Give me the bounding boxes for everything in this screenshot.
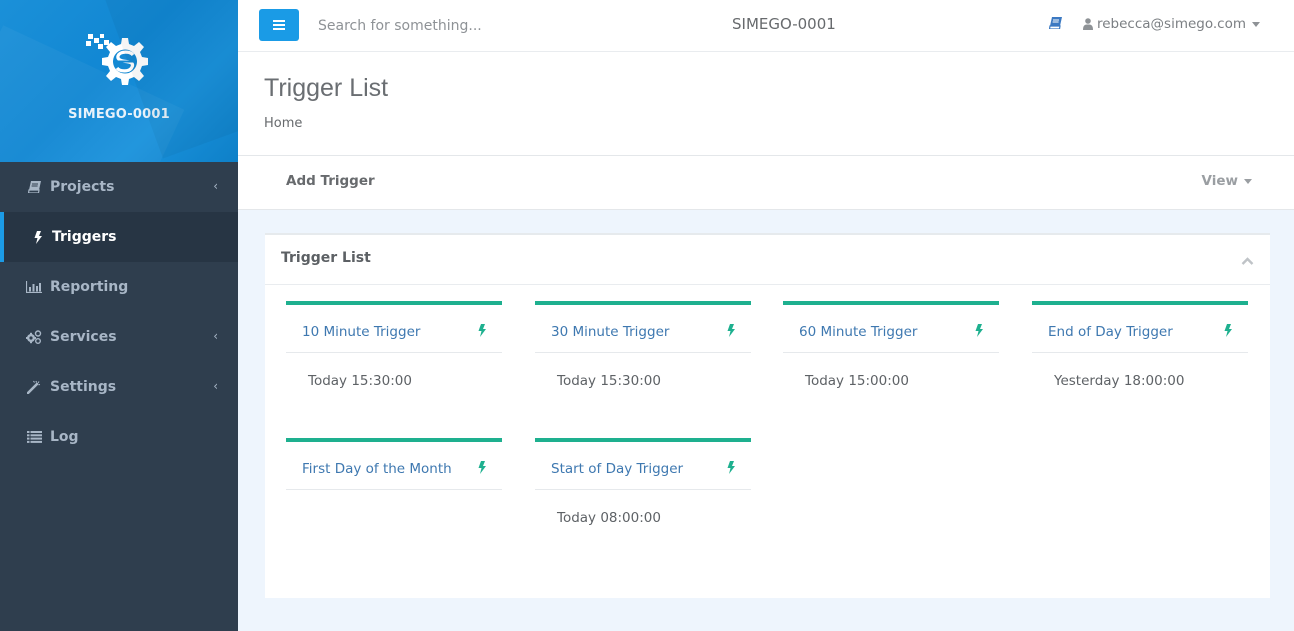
- breadcrumb[interactable]: Home: [264, 116, 302, 131]
- user-menu[interactable]: rebecca@simego.com: [1083, 16, 1261, 32]
- sidebar-item-triggers[interactable]: Triggers: [0, 212, 238, 262]
- bar-chart-icon: [26, 280, 42, 294]
- card-header: 10 Minute Trigger: [286, 305, 502, 353]
- bolt-icon: [30, 230, 46, 244]
- trigger-card: 10 Minute Trigger Today 15:30:00: [286, 301, 502, 421]
- sidebar-item-settings[interactable]: Settings ‹: [0, 362, 238, 412]
- trigger-name-link[interactable]: End of Day Trigger: [1048, 324, 1173, 340]
- sidebar-item-label: Reporting: [50, 279, 129, 295]
- trigger-next-run: Today 15:00:00: [805, 373, 909, 389]
- bolt-icon: [1224, 324, 1232, 341]
- gear-s-logo-icon: [86, 34, 148, 85]
- menu-toggle-button[interactable]: [259, 9, 299, 41]
- sidebar-item-services[interactable]: Services ‹: [0, 312, 238, 362]
- bolt-icon: [478, 324, 486, 341]
- view-dropdown[interactable]: View: [1202, 173, 1252, 189]
- caret-down-icon: [1252, 21, 1261, 27]
- trigger-next-run: Today 15:30:00: [557, 373, 661, 389]
- sidebar-item-label: Log: [50, 429, 79, 445]
- list-icon: [26, 430, 42, 444]
- book-icon[interactable]: [1048, 17, 1062, 33]
- sidebar-nav: Projects ‹ Triggers Reporting Services ‹: [0, 162, 238, 462]
- chevron-left-icon: ‹: [213, 179, 218, 193]
- trigger-card: 60 Minute Trigger Today 15:00:00: [783, 301, 999, 421]
- book-icon: [26, 180, 42, 194]
- add-trigger-button[interactable]: Add Trigger: [286, 173, 375, 189]
- card-header: First Day of the Month: [286, 442, 502, 490]
- brand-header: SIMEGO-0001: [0, 0, 238, 162]
- trigger-card: End of Day Trigger Yesterday 18:00:00: [1032, 301, 1248, 421]
- trigger-name-link[interactable]: Start of Day Trigger: [551, 461, 683, 477]
- trigger-card: Start of Day Trigger Today 08:00:00: [535, 438, 751, 558]
- card-header: 30 Minute Trigger: [535, 305, 751, 353]
- card-header: Start of Day Trigger: [535, 442, 751, 490]
- bolt-icon: [975, 324, 983, 341]
- brand-name: SIMEGO-0001: [68, 107, 170, 122]
- page-title: Trigger List: [264, 74, 389, 102]
- hamburger-icon: [273, 20, 285, 30]
- caret-down-icon: [1244, 178, 1252, 184]
- sidebar-item-label: Services: [50, 329, 117, 345]
- chevron-left-icon: ‹: [213, 379, 218, 393]
- trigger-name-link[interactable]: 30 Minute Trigger: [551, 324, 669, 340]
- trigger-next-run: Yesterday 18:00:00: [1054, 373, 1185, 389]
- cogs-icon: [26, 330, 42, 344]
- card-header: End of Day Trigger: [1032, 305, 1248, 353]
- sidebar-item-label: Settings: [50, 379, 117, 395]
- bolt-icon: [727, 324, 735, 341]
- trigger-name-link[interactable]: First Day of the Month: [302, 461, 452, 477]
- search-input[interactable]: [318, 14, 618, 38]
- panel-header: Trigger List: [265, 235, 1270, 285]
- sidebar: SIMEGO-0001 Projects ‹ Triggers Reportin…: [0, 0, 238, 631]
- trigger-card: First Day of the Month: [286, 438, 502, 558]
- chevron-up-icon[interactable]: [1241, 253, 1254, 269]
- magic-wand-icon: [26, 380, 42, 394]
- chevron-left-icon: ‹: [213, 329, 218, 343]
- sidebar-item-projects[interactable]: Projects ‹: [0, 162, 238, 212]
- bolt-icon: [478, 461, 486, 478]
- trigger-name-link[interactable]: 60 Minute Trigger: [799, 324, 917, 340]
- top-title: SIMEGO-0001: [732, 15, 836, 33]
- trigger-name-link[interactable]: 10 Minute Trigger: [302, 324, 420, 340]
- trigger-card: 30 Minute Trigger Today 15:30:00: [535, 301, 751, 421]
- sidebar-item-reporting[interactable]: Reporting: [0, 262, 238, 312]
- sidebar-item-label: Triggers: [52, 229, 117, 245]
- user-icon: [1083, 18, 1093, 30]
- trigger-next-run: Today 15:30:00: [308, 373, 412, 389]
- view-label: View: [1201, 173, 1238, 189]
- page-header: Trigger List Home: [238, 52, 1294, 156]
- sidebar-item-log[interactable]: Log: [0, 412, 238, 462]
- panel-title: Trigger List: [281, 250, 371, 266]
- bolt-icon: [727, 461, 735, 478]
- trigger-list-panel: Trigger List 10 Minute Trigger Today 15:…: [265, 233, 1270, 598]
- sidebar-item-label: Projects: [50, 179, 115, 195]
- user-email: rebecca@simego.com: [1097, 16, 1247, 32]
- top-bar: SIMEGO-0001 rebecca@simego.com: [238, 0, 1294, 52]
- card-header: 60 Minute Trigger: [783, 305, 999, 353]
- trigger-next-run: Today 08:00:00: [557, 510, 661, 526]
- action-bar: Add Trigger View: [238, 156, 1294, 210]
